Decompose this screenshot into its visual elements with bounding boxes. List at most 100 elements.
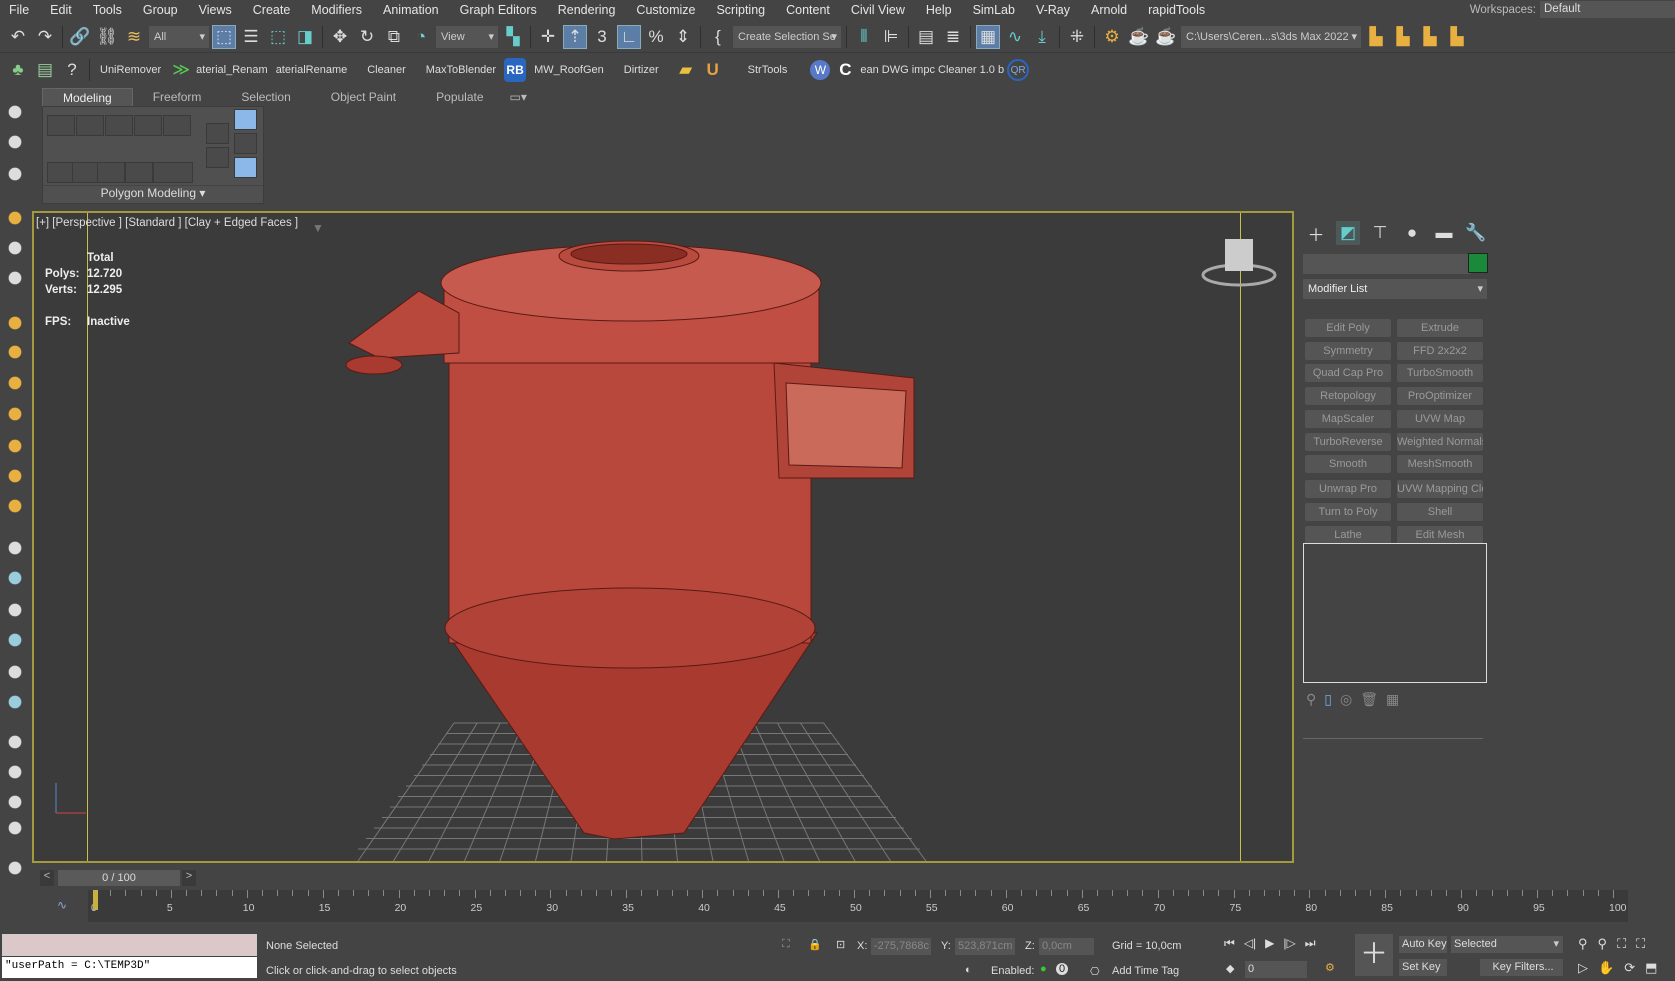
rendered-frame-window-icon[interactable]: ☕ bbox=[1127, 25, 1151, 49]
element-mode-button[interactable] bbox=[163, 115, 191, 136]
reference-coordinate-dropdown[interactable]: View bbox=[436, 25, 498, 48]
current-frame-marker[interactable] bbox=[93, 890, 98, 910]
menu-civil-view[interactable]: Civil View bbox=[842, 3, 917, 17]
modifier-button-prooptimizer[interactable]: ProOptimizer bbox=[1397, 387, 1483, 405]
dwg-cleaner-button[interactable]: ean DWG impc Cleaner 1.0 b bbox=[860, 64, 1004, 76]
modifier-button-symmetry[interactable]: Symmetry bbox=[1305, 342, 1391, 360]
previous-frame-icon[interactable]: ◁| bbox=[1244, 936, 1256, 951]
left-tool-icon[interactable] bbox=[3, 690, 27, 714]
x-coordinate-field[interactable]: -275,7868c bbox=[871, 938, 931, 955]
modifier-button-edit-mesh[interactable]: Edit Mesh bbox=[1397, 526, 1483, 544]
set-key-button[interactable]: Set Key bbox=[1399, 959, 1447, 976]
isolate-icon[interactable]: ⛶ bbox=[782, 938, 790, 951]
tab-object-paint[interactable]: Object Paint bbox=[311, 88, 416, 106]
sc-tool-icon[interactable]: C bbox=[833, 58, 857, 82]
menu-file[interactable]: File bbox=[0, 3, 41, 17]
edge-mode-button[interactable] bbox=[76, 115, 104, 136]
move-down-button[interactable] bbox=[206, 147, 229, 168]
render-production-icon[interactable]: ☕ bbox=[1154, 25, 1178, 49]
left-tool-icon[interactable] bbox=[3, 856, 27, 880]
modifier-button-meshsmooth[interactable]: MeshSmooth bbox=[1397, 455, 1483, 473]
strtools-button[interactable]: StrTools bbox=[728, 64, 808, 76]
u-tool-icon[interactable]: U bbox=[701, 58, 725, 82]
named-selection-set-dropdown[interactable]: Create Selection Se bbox=[733, 25, 841, 48]
left-tool-icon[interactable] bbox=[3, 371, 27, 395]
material-rename-button[interactable]: aterial_Renam bbox=[196, 64, 268, 76]
modifier-button-ffd-2x2x2[interactable]: FFD 2x2x2 bbox=[1397, 342, 1483, 360]
menu-v-ray[interactable]: V-Ray bbox=[1027, 3, 1082, 17]
left-tool-icon[interactable] bbox=[3, 162, 27, 186]
create-tab-icon[interactable]: ＋ bbox=[1304, 221, 1328, 245]
left-tool-icon[interactable] bbox=[3, 816, 27, 840]
border-mode-button[interactable] bbox=[105, 115, 133, 136]
motion-tab-icon[interactable]: ● bbox=[1400, 221, 1424, 245]
show-end-result-button[interactable] bbox=[234, 157, 257, 178]
menu-animation[interactable]: Animation bbox=[374, 3, 451, 17]
qr-icon[interactable]: QR bbox=[1007, 59, 1030, 81]
project-structure-icon[interactable]: ▙ bbox=[1418, 25, 1442, 49]
time-slider[interactable]: < 0 / 100 > bbox=[40, 869, 1670, 887]
y-coordinate-field[interactable]: 523,871cm bbox=[955, 938, 1015, 955]
key-mode-dropdown[interactable]: Selected bbox=[1451, 936, 1563, 953]
current-frame-field[interactable]: 0 bbox=[1245, 961, 1307, 978]
unlink-icon[interactable]: ⛓ bbox=[95, 25, 119, 49]
undo-icon[interactable]: ↶ bbox=[6, 25, 30, 49]
scene-explorer-icon[interactable]: ▤ bbox=[914, 25, 938, 49]
menu-views[interactable]: Views bbox=[190, 3, 244, 17]
ribbon-options-icon[interactable]: ▭▾ bbox=[504, 88, 533, 106]
lock-selection-icon[interactable]: 🔒 bbox=[808, 938, 822, 951]
left-tool-icon[interactable] bbox=[3, 628, 27, 652]
placement-icon[interactable]: ◔ bbox=[409, 25, 433, 49]
modifier-button-extrude[interactable]: Extrude bbox=[1397, 319, 1483, 337]
rect-selection-icon[interactable]: ⬚ bbox=[266, 25, 290, 49]
modifier-button-quad-cap-pro[interactable]: Quad Cap Pro bbox=[1305, 364, 1391, 382]
menu-graph-editors[interactable]: Graph Editors bbox=[451, 3, 549, 17]
pin-stack-icon[interactable]: ⚲ bbox=[1306, 691, 1316, 708]
left-tool-icon[interactable] bbox=[3, 730, 27, 754]
left-tool-icon[interactable] bbox=[3, 464, 27, 488]
show-end-result-icon[interactable]: ▯ bbox=[1324, 691, 1332, 708]
object-color-swatch[interactable] bbox=[1468, 253, 1488, 273]
tab-selection[interactable]: Selection bbox=[221, 88, 310, 106]
modifier-button-lathe[interactable]: Lathe bbox=[1305, 526, 1391, 544]
prev-frame-button[interactable]: < bbox=[40, 870, 54, 886]
menu-create[interactable]: Create bbox=[244, 3, 303, 17]
modifier-button-turbosmooth[interactable]: TurboSmooth bbox=[1397, 364, 1483, 382]
key-mode-toggle-icon[interactable]: ◆ bbox=[1226, 962, 1234, 975]
set-key-big-icon[interactable]: ＋ bbox=[1355, 934, 1393, 976]
hierarchy-tab-icon[interactable]: ⊤ bbox=[1368, 221, 1392, 245]
dirtizer-button[interactable]: Dirtizer bbox=[612, 64, 671, 76]
cleaner-button[interactable]: Cleaner bbox=[355, 64, 418, 76]
polygon-mode-button[interactable] bbox=[134, 115, 162, 136]
modifier-button-turboreverse[interactable]: TurboReverse bbox=[1305, 433, 1391, 451]
menu-rapidtools[interactable]: rapidTools bbox=[1139, 3, 1217, 17]
utilities-tab-icon[interactable]: 🔧 bbox=[1464, 221, 1488, 245]
view-cube[interactable] bbox=[1201, 239, 1277, 287]
project-extra-icon[interactable]: ▙ bbox=[1445, 25, 1469, 49]
left-tool-icon[interactable] bbox=[3, 598, 27, 622]
tab-modeling[interactable]: Modeling bbox=[42, 88, 133, 106]
left-tool-icon[interactable] bbox=[3, 206, 27, 230]
timeline-track[interactable]: 0510152025303540455055606570758085909510… bbox=[88, 890, 1628, 922]
menu-modifiers[interactable]: Modifiers bbox=[302, 3, 374, 17]
select-object-icon[interactable]: ⬚ bbox=[212, 24, 236, 49]
time-configuration-icon[interactable]: ⚙ bbox=[1325, 961, 1335, 974]
modifier-button-edit-poly[interactable]: Edit Poly bbox=[1305, 319, 1391, 337]
left-tool-icon[interactable] bbox=[3, 311, 27, 335]
w-tool-icon[interactable]: W bbox=[810, 60, 831, 80]
render-setup-icon[interactable]: ⚙ bbox=[1100, 25, 1124, 49]
enabled-count[interactable]: 0 bbox=[1056, 963, 1069, 975]
left-tool-icon[interactable] bbox=[3, 494, 27, 518]
modifier-button-unwrap-pro[interactable]: Unwrap Pro bbox=[1305, 480, 1391, 498]
bind-spacewarp-icon[interactable]: ≋ bbox=[122, 25, 146, 49]
material-editor-icon[interactable]: ⁜ bbox=[1065, 25, 1089, 49]
project-folder-dropdown[interactable]: C:\Users\Ceren...s\3ds Max 2022 bbox=[1181, 25, 1361, 48]
modifier-button-turn-to-poly[interactable]: Turn to Poly bbox=[1305, 503, 1391, 521]
ribbon-panel-title[interactable]: Polygon Modeling ▾ bbox=[43, 185, 263, 203]
project-folder-icon[interactable]: ▙ bbox=[1391, 25, 1415, 49]
modifier-button-weighted-normals[interactable]: Weighted Normals bbox=[1397, 433, 1483, 451]
modifier-button-mapscaler[interactable]: MapScaler bbox=[1305, 410, 1391, 428]
left-tool-icon[interactable] bbox=[3, 566, 27, 590]
perspective-viewport[interactable]: [+] [Perspective ] [Standard ] [Clay + E… bbox=[32, 211, 1294, 863]
edit-named-selection-icon[interactable]: { bbox=[706, 25, 730, 49]
